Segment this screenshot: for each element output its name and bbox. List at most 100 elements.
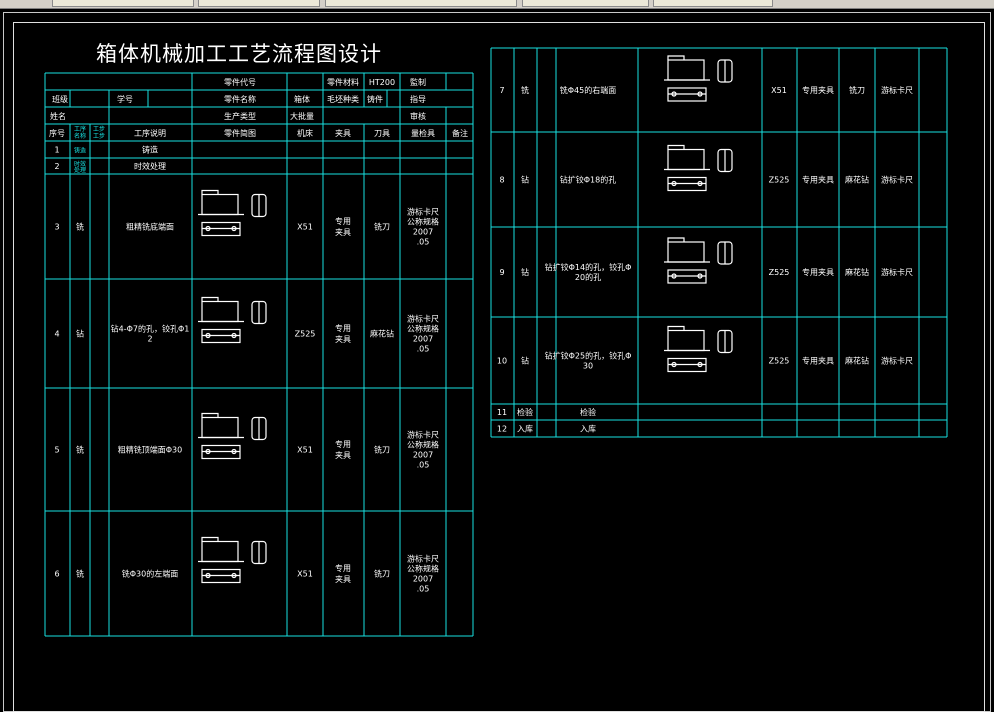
col-sketch-header: 零件简图 bbox=[224, 128, 256, 138]
right-row-seq: 8 bbox=[499, 176, 504, 185]
col-step-header: 工步 bbox=[93, 132, 105, 140]
left-row-gauge: .05 bbox=[417, 345, 430, 354]
left-row-tool: 麻花钻 bbox=[370, 329, 394, 339]
right-row-fixture: 专用夹具 bbox=[802, 85, 834, 95]
right-row-desc: 钻扩铰Φ18的孔 bbox=[560, 175, 616, 185]
col-desc-header: 工序说明 bbox=[134, 128, 166, 138]
col-remark-header: 备注 bbox=[452, 128, 468, 138]
left-row-gauge: 游标卡尺 bbox=[407, 554, 439, 564]
left-row-seq: 1 bbox=[54, 146, 59, 155]
header-student-id-label: 学号 bbox=[117, 94, 133, 104]
right-row-machine: Z525 bbox=[769, 176, 790, 185]
header-made-label: 監制 bbox=[410, 77, 426, 87]
col-gauge-header: 量检具 bbox=[411, 128, 435, 138]
right-row-seq: 7 bbox=[499, 86, 504, 95]
right-row-seq: 11 bbox=[497, 408, 507, 417]
part-sketch bbox=[667, 59, 705, 81]
right-row-machine: X51 bbox=[771, 86, 787, 95]
header-review-label: 审核 bbox=[410, 111, 426, 121]
part-sketch bbox=[201, 540, 239, 563]
left-row-desc: 粗精铣底端面 bbox=[126, 222, 174, 232]
left-row-seq: 6 bbox=[54, 570, 59, 579]
left-row-gauge: 2007 bbox=[413, 335, 433, 344]
right-row-gauge: 游标卡尺 bbox=[881, 85, 913, 95]
right-row-proc: 钻 bbox=[521, 267, 529, 277]
right-row-gauge: 游标卡尺 bbox=[881, 267, 913, 277]
right-row-desc: 铣Φ45的右端面 bbox=[560, 85, 616, 95]
left-row-fixture: 夹具 bbox=[335, 334, 351, 344]
left-row-desc: 铣Φ30的左端面 bbox=[122, 569, 178, 579]
left-row-proc: 铣 bbox=[76, 222, 84, 232]
header-blank-type-label: 毛坯种类 bbox=[327, 94, 359, 104]
left-row-gauge: 游标卡尺 bbox=[407, 430, 439, 440]
left-row-desc: 时效处理 bbox=[134, 161, 166, 171]
header-material-value: HT200 bbox=[369, 78, 395, 87]
part-sketch bbox=[667, 329, 705, 352]
left-row-desc: 2 bbox=[147, 335, 152, 344]
header-guide-label: 指导 bbox=[410, 94, 426, 104]
right-row-gauge: 游标卡尺 bbox=[881, 356, 913, 366]
right-row-proc: 铣 bbox=[521, 85, 529, 95]
left-row-gauge: 游标卡尺 bbox=[407, 207, 439, 217]
part-sketch bbox=[667, 148, 705, 171]
left-row-gauge: .05 bbox=[417, 585, 430, 594]
left-row-machine: X51 bbox=[297, 570, 313, 579]
left-row-gauge: .05 bbox=[417, 461, 430, 470]
right-row-machine: Z525 bbox=[769, 357, 790, 366]
header-batch-value: 大批量 bbox=[290, 111, 314, 121]
right-row-proc: 检验 bbox=[517, 407, 533, 417]
left-row-machine: X51 bbox=[297, 223, 313, 232]
left-row-gauge: 游标卡尺 bbox=[407, 314, 439, 324]
left-row-tool: 铣刀 bbox=[374, 569, 390, 579]
right-row-proc: 入库 bbox=[517, 424, 533, 434]
part-sketch bbox=[667, 241, 705, 263]
header-batch-label: 生产类型 bbox=[224, 111, 256, 121]
right-row-fixture: 专用夹具 bbox=[802, 175, 834, 185]
right-row-gauge: 游标卡尺 bbox=[881, 175, 913, 185]
col-proc-header: 工序 bbox=[74, 125, 86, 133]
left-row-seq: 3 bbox=[54, 223, 59, 232]
header-blank-type-value: 铸件 bbox=[367, 94, 383, 104]
left-row-seq: 2 bbox=[54, 162, 59, 171]
left-row-fixture: 专用 bbox=[335, 323, 351, 333]
left-row-proc: 处理 bbox=[74, 166, 86, 174]
right-row-desc: 20的孔 bbox=[575, 272, 601, 282]
left-row-seq: 4 bbox=[54, 330, 59, 339]
right-row-seq: 12 bbox=[497, 425, 507, 434]
left-row-proc: 铸造 bbox=[74, 147, 86, 155]
right-row-seq: 10 bbox=[497, 357, 507, 366]
part-sketch bbox=[201, 416, 239, 439]
left-row-desc: 铸造 bbox=[142, 145, 158, 155]
left-row-gauge: 公称规格 bbox=[407, 564, 439, 574]
left-row-tool: 铣刀 bbox=[374, 222, 390, 232]
left-row-fixture: 夹具 bbox=[335, 574, 351, 584]
left-row-gauge: 2007 bbox=[413, 228, 433, 237]
left-row-gauge: 2007 bbox=[413, 451, 433, 460]
header-part-name-value: 箱体 bbox=[294, 94, 310, 104]
left-row-fixture: 专用 bbox=[335, 563, 351, 573]
col-proc-header: 名称 bbox=[74, 132, 86, 140]
left-row-gauge: 2007 bbox=[413, 575, 433, 584]
right-row-tool: 麻花钻 bbox=[845, 175, 869, 185]
right-row-desc: 入库 bbox=[580, 424, 596, 434]
right-row-tool: 铣刀 bbox=[849, 85, 865, 95]
left-row-gauge: .05 bbox=[417, 238, 430, 247]
left-row-fixture: 夹具 bbox=[335, 450, 351, 460]
col-step-header: 工步 bbox=[93, 125, 105, 133]
left-row-proc: 铣 bbox=[76, 569, 84, 579]
col-machine-header: 机床 bbox=[297, 128, 313, 138]
right-row-desc: 检验 bbox=[580, 407, 596, 417]
left-row-proc: 铣 bbox=[76, 445, 84, 455]
right-row-fixture: 专用夹具 bbox=[802, 267, 834, 277]
col-tool-header: 刀具 bbox=[374, 129, 390, 138]
left-row-gauge: 公称规格 bbox=[407, 217, 439, 227]
col-fixture-header: 夹具 bbox=[335, 128, 351, 138]
header-part-code-label: 零件代号 bbox=[224, 77, 256, 87]
right-row-seq: 9 bbox=[499, 268, 504, 277]
header-name-label: 姓名 bbox=[50, 111, 66, 121]
left-row-fixture: 专用 bbox=[335, 216, 351, 226]
cad-drawing-sheet[interactable]: 零件代号 零件材料 HT200 監制班级 学号 零件名称 箱体 毛坯种类 铸件 指导姓名 生产类型 大… bbox=[0, 0, 994, 705]
left-row-fixture: 夹具 bbox=[335, 227, 351, 237]
left-row-gauge: 公称规格 bbox=[407, 324, 439, 334]
part-sketch bbox=[201, 300, 239, 323]
